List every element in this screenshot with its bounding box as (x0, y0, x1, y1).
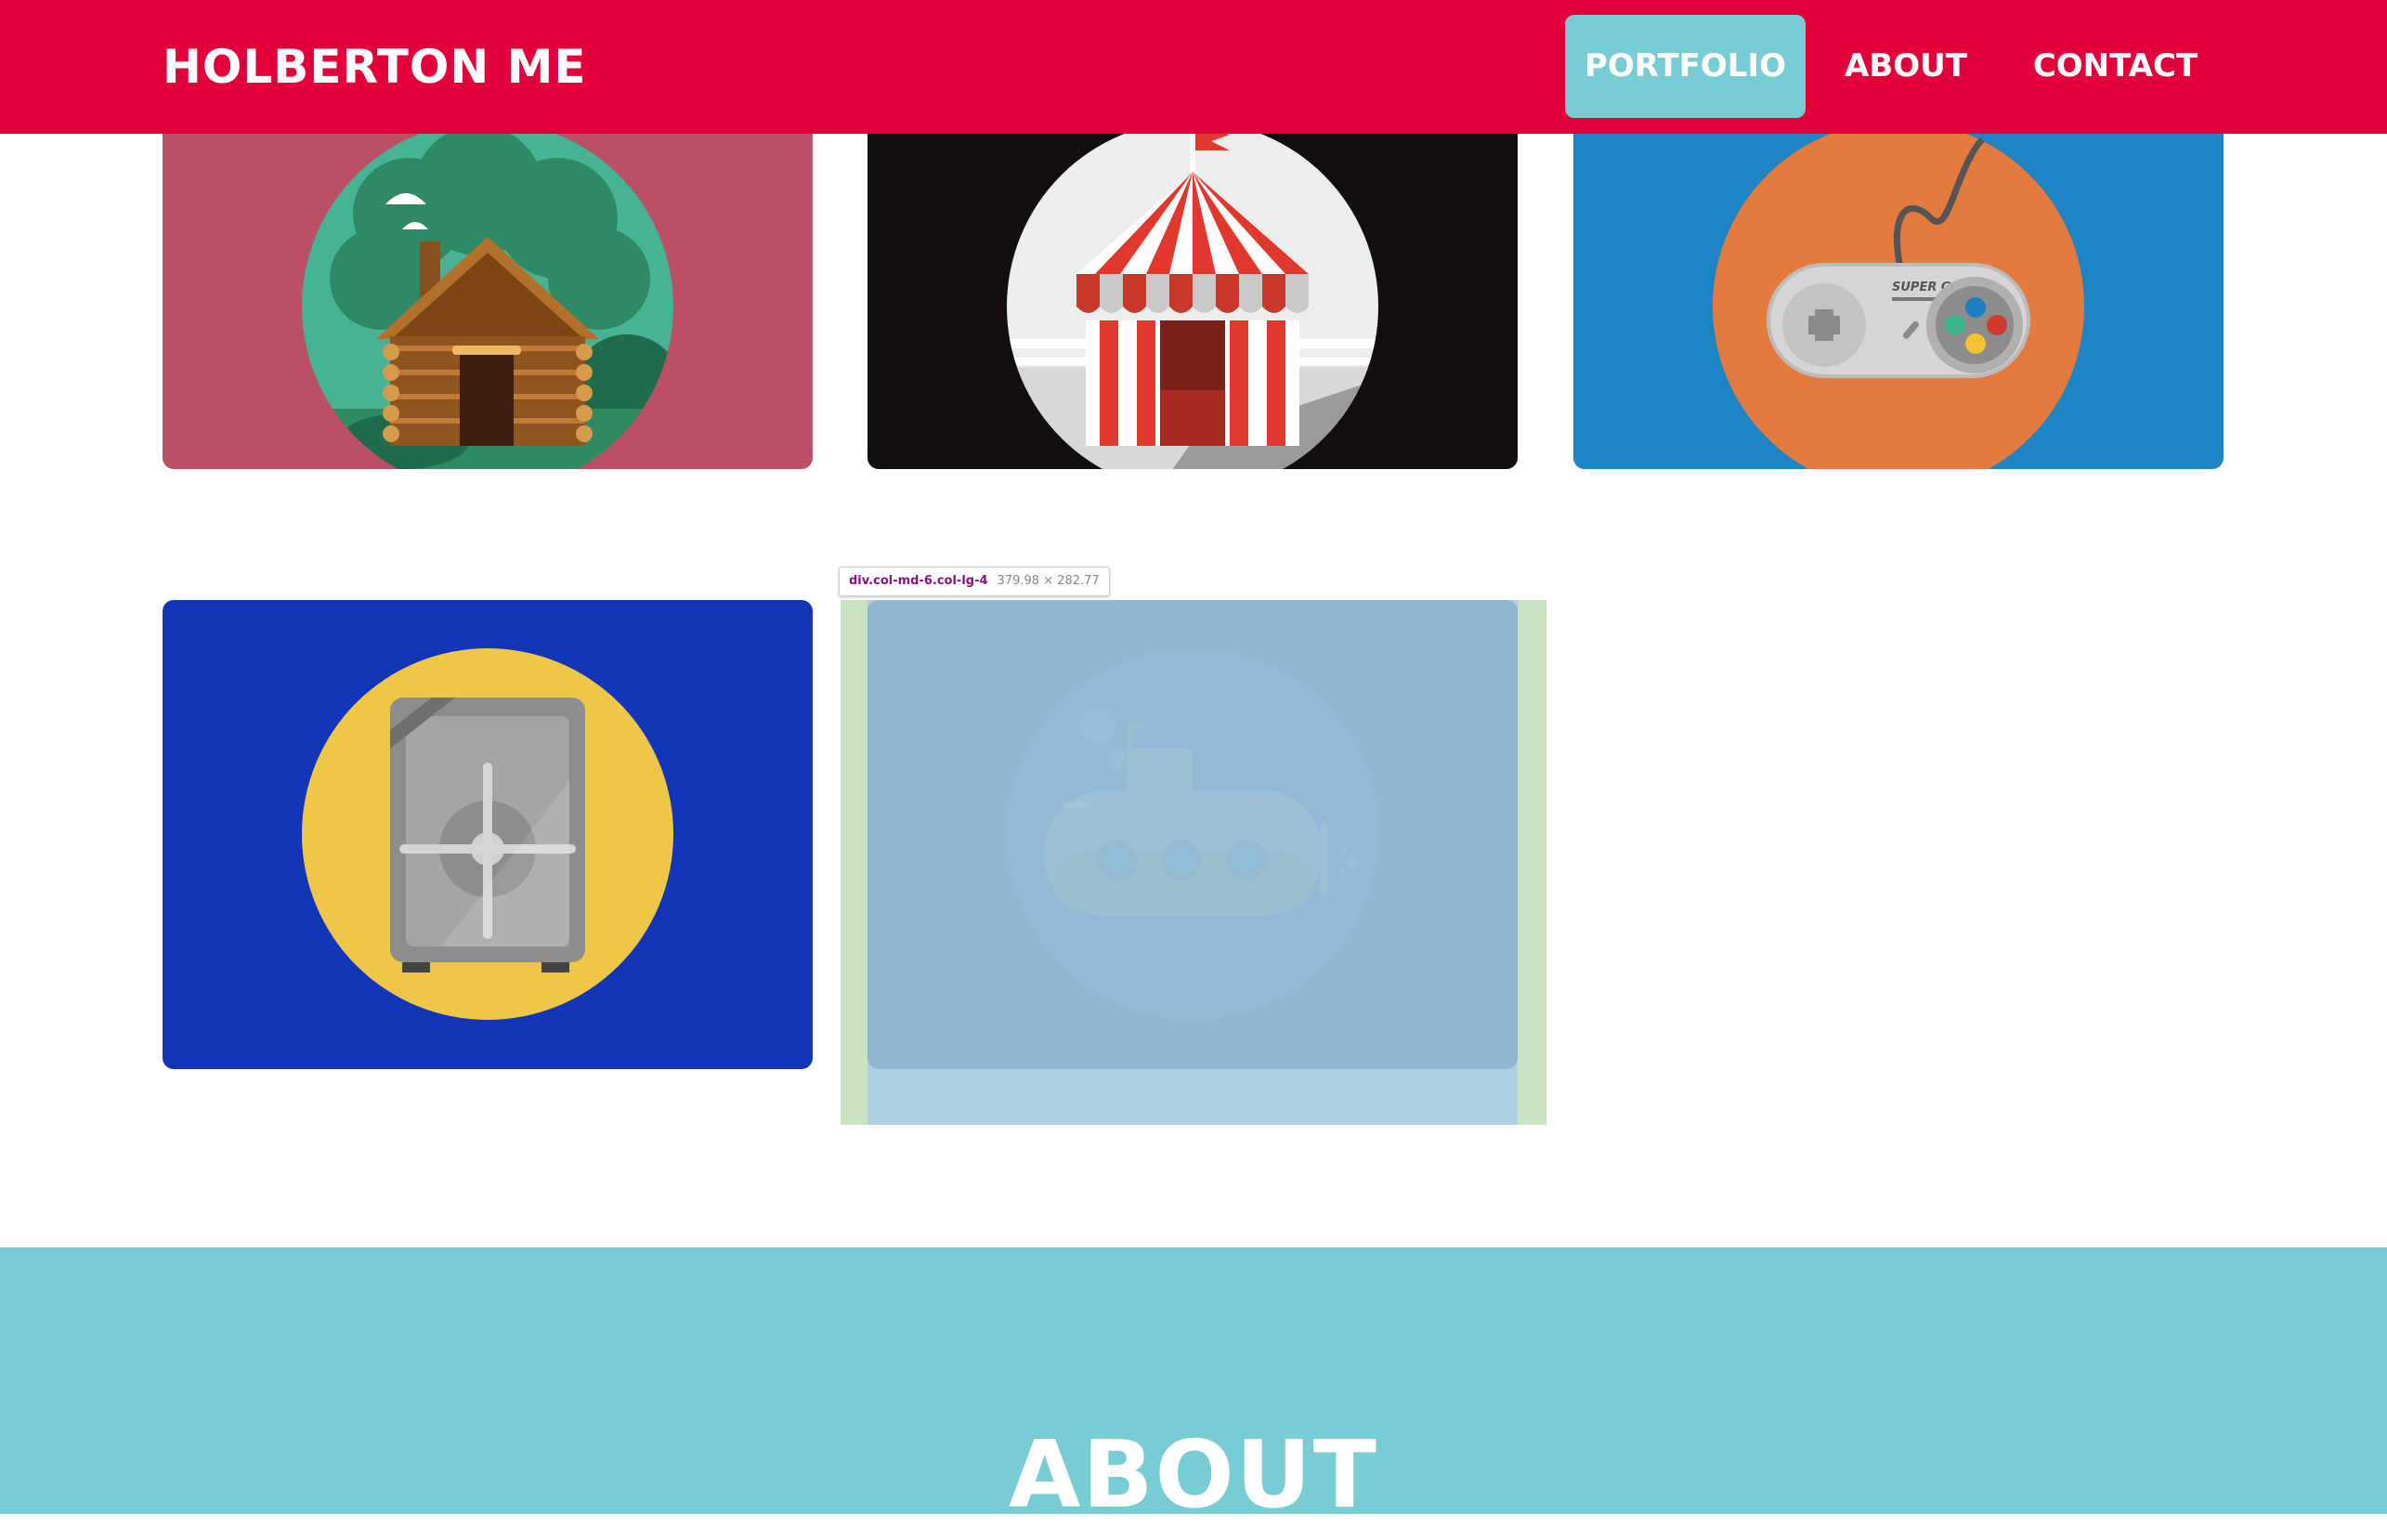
safe-icon (302, 648, 673, 1020)
about-section: ABOUT (0, 1247, 2387, 1529)
brand-logo[interactable]: HOLBERTON ME (163, 35, 587, 98)
nav-link-contact[interactable]: CONTACT (2015, 15, 2215, 118)
portfolio-item-safe[interactable] (163, 600, 813, 1069)
navbar: HOLBERTON ME PORTFOLIO ABOUT CONTACT (0, 0, 2387, 134)
nav-link-about[interactable]: ABOUT (1835, 15, 1976, 118)
devtools-highlight-content (867, 600, 1518, 1125)
devtools-dimensions: 379.98 × 282.77 (997, 574, 1100, 588)
nav-link-portfolio[interactable]: PORTFOLIO (1565, 15, 1806, 118)
devtools-tooltip: div.col-md-6.col-lg-4 379.98 × 282.77 (839, 567, 1110, 596)
about-title: ABOUT (1008, 1420, 1379, 1529)
devtools-selector: div.col-md-6.col-lg-4 (849, 574, 988, 588)
